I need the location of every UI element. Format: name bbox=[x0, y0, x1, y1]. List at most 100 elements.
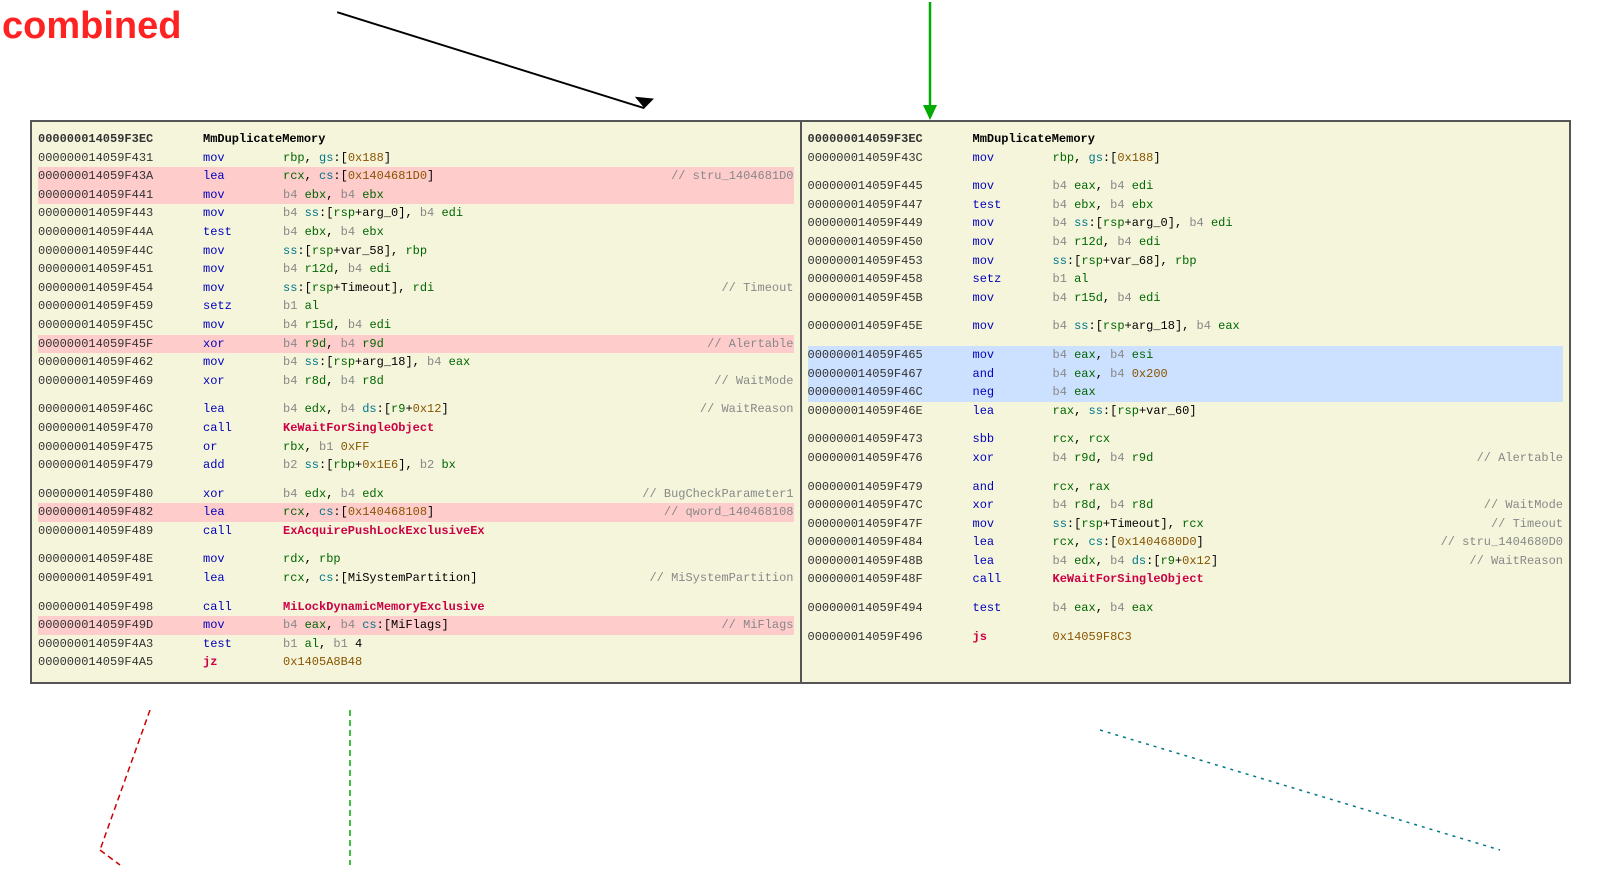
code-mnemonic: mov bbox=[203, 260, 283, 279]
code-addr: 000000014059F458 bbox=[808, 270, 973, 289]
code-mnemonic: mov bbox=[203, 279, 283, 298]
code-addr: 000000014059F44A bbox=[38, 223, 203, 242]
table-row: 000000014059F46Cleab4 edx, b4 ds:[r9+0x1… bbox=[38, 400, 794, 419]
table-row bbox=[808, 307, 1564, 317]
code-operands: rcx, cs:[0x1404680D0] bbox=[1053, 533, 1435, 552]
code-mnemonic: mov bbox=[203, 353, 283, 372]
code-mnemonic: mov bbox=[973, 252, 1053, 271]
code-addr: 000000014059F45F bbox=[38, 335, 203, 354]
code-addr: 000000014059F451 bbox=[38, 260, 203, 279]
code-addr: 000000014059F469 bbox=[38, 372, 203, 391]
code-mnemonic: sbb bbox=[973, 430, 1053, 449]
code-addr: 000000014059F431 bbox=[38, 149, 203, 168]
left-header: 000000014059F3EC MmDuplicateMemory bbox=[38, 130, 794, 149]
code-operands: b4 r8d, b4 r8d bbox=[283, 372, 708, 391]
code-mnemonic: mov bbox=[203, 186, 283, 205]
code-operands: rcx, rcx bbox=[1053, 430, 1564, 449]
code-mnemonic: lea bbox=[203, 400, 283, 419]
code-mnemonic: lea bbox=[203, 503, 283, 522]
code-mnemonic: call bbox=[203, 522, 283, 541]
code-addr: 000000014059F491 bbox=[38, 569, 203, 588]
code-operands: rcx, cs:[0x1404681D0] bbox=[283, 167, 665, 186]
code-operands: ss:[rsp+Timeout], rdi bbox=[283, 279, 715, 298]
code-addr: 000000014059F443 bbox=[38, 204, 203, 223]
table-row: 000000014059F450movb4 r12d, b4 edi bbox=[808, 233, 1564, 252]
table-row: 000000014059F475orrbx, b1 0xFF bbox=[38, 438, 794, 457]
page-title: combined bbox=[2, 5, 181, 48]
table-row bbox=[808, 589, 1564, 599]
code-mnemonic: test bbox=[973, 196, 1053, 215]
code-mnemonic: mov bbox=[973, 149, 1053, 168]
code-addr: 000000014059F489 bbox=[38, 522, 203, 541]
table-row: 000000014059F45Emovb4 ss:[rsp+arg_18], b… bbox=[808, 317, 1564, 336]
code-mnemonic: mov bbox=[203, 242, 283, 261]
code-mnemonic: call bbox=[203, 598, 283, 617]
table-row: 000000014059F491learcx, cs:[MiSystemPart… bbox=[38, 569, 794, 588]
left-header-addr: 000000014059F3EC bbox=[38, 130, 203, 149]
code-addr: 000000014059F498 bbox=[38, 598, 203, 617]
table-row bbox=[808, 336, 1564, 346]
code-operands: b1 al bbox=[283, 297, 794, 316]
code-operands: b4 r15d, b4 edi bbox=[1053, 289, 1564, 308]
code-mnemonic: jz bbox=[203, 653, 283, 672]
code-comment: // WaitMode bbox=[1484, 496, 1563, 515]
code-addr: 000000014059F46E bbox=[808, 402, 973, 421]
left-code-rows: 000000014059F431movrbp, gs:[0x188]000000… bbox=[38, 149, 794, 672]
code-comment: // BugCheckParameter1 bbox=[642, 485, 793, 504]
code-operands: b4 eax, b4 eax bbox=[1053, 599, 1564, 618]
code-operands: rbx, b1 0xFF bbox=[283, 438, 794, 457]
code-comment: // qword_140468108 bbox=[664, 503, 794, 522]
right-header: 000000014059F3EC MmDuplicateMemory bbox=[808, 130, 1564, 149]
table-row: 000000014059F431movrbp, gs:[0x188] bbox=[38, 149, 794, 168]
code-comment: // Timeout bbox=[1491, 515, 1563, 534]
code-operands: b4 ebx, b4 ebx bbox=[283, 186, 794, 205]
code-operands: b4 ebx, b4 ebx bbox=[283, 223, 794, 242]
code-addr: 000000014059F447 bbox=[808, 196, 973, 215]
table-row: 000000014059F44Cmovss:[rsp+var_58], rbp bbox=[38, 242, 794, 261]
table-row: 000000014059F43Alearcx, cs:[0x1404681D0]… bbox=[38, 167, 794, 186]
code-mnemonic: mov bbox=[203, 616, 283, 635]
table-row: 000000014059F441movb4 ebx, b4 ebx bbox=[38, 186, 794, 205]
code-addr: 000000014059F445 bbox=[808, 177, 973, 196]
table-row bbox=[38, 540, 794, 550]
table-row: 000000014059F453movss:[rsp+var_68], rbp bbox=[808, 252, 1564, 271]
code-mnemonic: mov bbox=[203, 316, 283, 335]
code-mnemonic: lea bbox=[203, 569, 283, 588]
code-operands: rcx, cs:[MiSystemPartition] bbox=[283, 569, 643, 588]
table-row bbox=[38, 588, 794, 598]
code-operands: ss:[rsp+Timeout], rcx bbox=[1053, 515, 1485, 534]
code-addr: 000000014059F47F bbox=[808, 515, 973, 534]
code-operands: b4 ebx, b4 ebx bbox=[1053, 196, 1564, 215]
code-operands: b4 eax, b4 cs:[MiFlags] bbox=[283, 616, 715, 635]
table-row: 000000014059F458setzb1 al bbox=[808, 270, 1564, 289]
table-row: 000000014059F498callMiLockDynamicMemoryE… bbox=[38, 598, 794, 617]
table-row bbox=[808, 618, 1564, 628]
code-operands: KeWaitForSingleObject bbox=[283, 419, 794, 438]
code-mnemonic: mov bbox=[973, 346, 1053, 365]
code-mnemonic: xor bbox=[203, 335, 283, 354]
code-mnemonic: mov bbox=[973, 317, 1053, 336]
code-operands: rcx, rax bbox=[1053, 478, 1564, 497]
code-addr: 000000014059F450 bbox=[808, 233, 973, 252]
table-row: 000000014059F44Atestb4 ebx, b4 ebx bbox=[38, 223, 794, 242]
code-addr: 000000014059F494 bbox=[808, 599, 973, 618]
right-code-rows: 000000014059F43Cmovrbp, gs:[0x188] 000000… bbox=[808, 149, 1564, 647]
code-addr: 000000014059F467 bbox=[808, 365, 973, 384]
code-mnemonic: and bbox=[973, 365, 1053, 384]
code-mnemonic: test bbox=[203, 635, 283, 654]
code-operands: rcx, cs:[0x140468108] bbox=[283, 503, 658, 522]
code-mnemonic: lea bbox=[973, 533, 1053, 552]
code-addr: 000000014059F47C bbox=[808, 496, 973, 515]
code-comment: // WaitReason bbox=[700, 400, 794, 419]
table-row: 000000014059F451movb4 r12d, b4 edi bbox=[38, 260, 794, 279]
code-operands: b4 ss:[rsp+arg_0], b4 edi bbox=[283, 204, 794, 223]
table-row: 000000014059F454movss:[rsp+Timeout], rdi… bbox=[38, 279, 794, 298]
table-row: 000000014059F43Cmovrbp, gs:[0x188] bbox=[808, 149, 1564, 168]
table-row: 000000014059F445movb4 eax, b4 edi bbox=[808, 177, 1564, 196]
code-addr: 000000014059F43A bbox=[38, 167, 203, 186]
code-addr: 000000014059F441 bbox=[38, 186, 203, 205]
code-mnemonic: setz bbox=[203, 297, 283, 316]
table-row: 000000014059F484learcx, cs:[0x1404680D0]… bbox=[808, 533, 1564, 552]
code-mnemonic: mov bbox=[203, 204, 283, 223]
code-operands: KeWaitForSingleObject bbox=[1053, 570, 1564, 589]
